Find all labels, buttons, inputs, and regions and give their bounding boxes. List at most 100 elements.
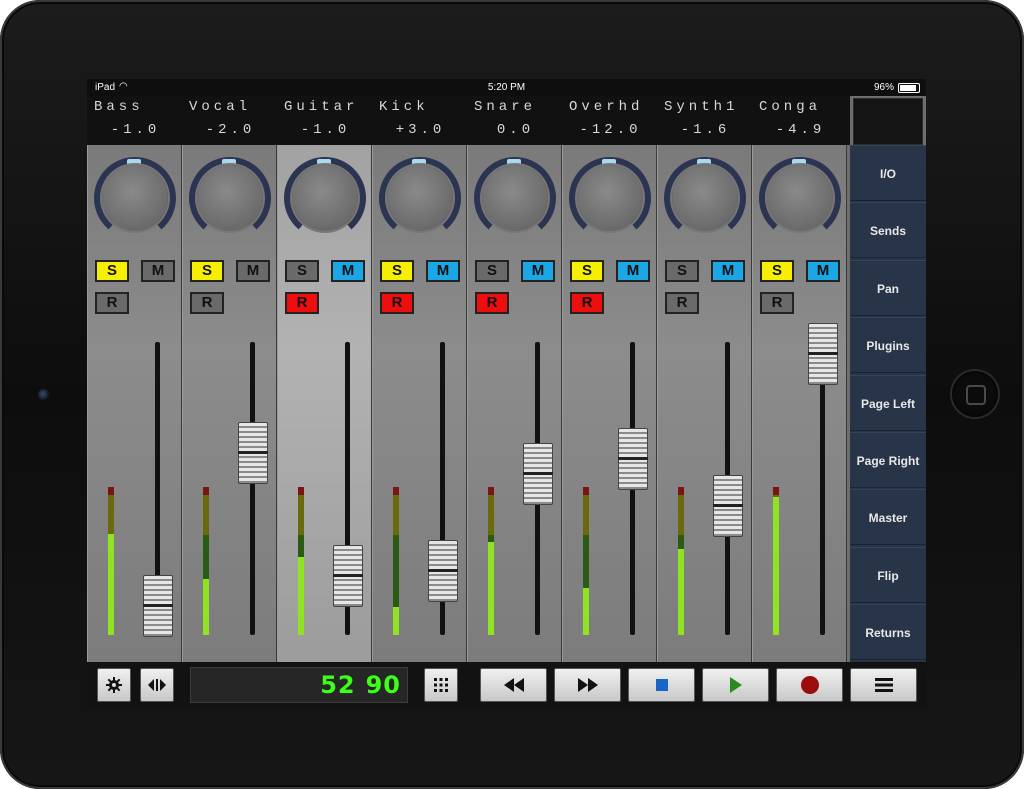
channel-name: Kick [379, 99, 429, 115]
record-arm-button[interactable]: R [380, 292, 414, 314]
arrows-left-right-icon [148, 679, 166, 691]
sidebar-item-flip[interactable]: Flip [850, 546, 926, 603]
mute-button[interactable]: M [236, 260, 270, 282]
fast-forward-button[interactable] [554, 668, 621, 702]
solo-button[interactable]: S [95, 260, 129, 282]
channel-value: +3.0 [395, 122, 446, 138]
meter-level [298, 557, 304, 635]
toggle-view-button[interactable] [140, 668, 174, 702]
sidebar-item-returns[interactable]: Returns [850, 604, 926, 661]
sidebar-item-sends[interactable]: Sends [850, 202, 926, 259]
solo-button[interactable]: S [570, 260, 604, 282]
channel-value: -4.9 [775, 122, 826, 138]
home-button[interactable] [952, 371, 998, 417]
level-meter [773, 487, 779, 635]
volume-fader[interactable] [618, 428, 648, 490]
meter-level [488, 542, 494, 635]
solo-button[interactable]: S [665, 260, 699, 282]
record-button[interactable] [776, 668, 843, 702]
pan-knob[interactable] [197, 165, 263, 231]
level-meter [298, 487, 304, 635]
battery-icon [898, 83, 920, 93]
sidebar-item-page-right[interactable]: Page Right [850, 432, 926, 488]
volume-fader[interactable] [523, 443, 553, 505]
menu-button[interactable] [850, 668, 917, 702]
pan-knob[interactable] [767, 165, 833, 231]
volume-fader[interactable] [428, 540, 458, 602]
channel-name: Guitar [284, 99, 359, 115]
solo-button[interactable]: S [190, 260, 224, 282]
channel-value: -1.6 [680, 122, 731, 138]
mute-button[interactable]: M [141, 260, 175, 282]
level-meter [108, 487, 114, 635]
fader-track [820, 342, 825, 635]
mute-button[interactable]: M [806, 260, 840, 282]
channel-strip: SMR [372, 145, 467, 662]
mute-button[interactable]: M [426, 260, 460, 282]
sidebar-item-pan[interactable]: Pan [850, 259, 926, 316]
mute-button[interactable]: M [711, 260, 745, 282]
channel-name: Conga [759, 99, 822, 115]
front-camera [38, 389, 50, 401]
mixer-screen: iPad ◠ 5:20 PM 96% Bass -1.0 Vocal -2.0 Guit… [87, 79, 926, 709]
record-arm-button[interactable]: R [760, 292, 794, 314]
level-meter [488, 487, 494, 635]
pan-knob[interactable] [102, 165, 168, 231]
solo-button[interactable]: S [475, 260, 509, 282]
mute-button[interactable]: M [331, 260, 365, 282]
record-arm-button[interactable]: R [570, 292, 604, 314]
volume-fader[interactable] [713, 475, 743, 537]
record-arm-button[interactable]: R [665, 292, 699, 314]
channel-strips: SMRSMRSMRSMRSMRSMRSMRSMR [87, 145, 850, 662]
menu-icon [874, 678, 893, 692]
record-arm-button[interactable]: R [475, 292, 509, 314]
grid-button[interactable] [424, 668, 458, 702]
channel-name: Overhd [569, 99, 644, 115]
meter-level [678, 549, 684, 635]
channel-value: -12.0 [579, 122, 642, 138]
sidebar-item-plugins[interactable]: Plugins [850, 317, 926, 374]
volume-fader[interactable] [238, 422, 268, 484]
channel-strip: SMR [562, 145, 657, 662]
level-meter [678, 487, 684, 635]
mute-button[interactable]: M [616, 260, 650, 282]
header-display-box [853, 98, 923, 145]
pan-knob[interactable] [292, 165, 358, 231]
sidebar-item-i-o[interactable]: I/O [850, 145, 926, 201]
volume-fader[interactable] [333, 545, 363, 607]
pan-knob[interactable] [387, 165, 453, 231]
channel-value: -2.0 [205, 122, 256, 138]
solo-button[interactable]: S [760, 260, 794, 282]
channel-strip: SMR [277, 145, 372, 662]
record-arm-button[interactable]: R [285, 292, 319, 314]
pan-knob[interactable] [577, 165, 643, 231]
fast-forward-icon [577, 678, 598, 692]
stop-icon [655, 679, 668, 691]
channel-strip: SMR [752, 145, 847, 662]
pan-knob[interactable] [672, 165, 738, 231]
mute-button[interactable]: M [521, 260, 555, 282]
gear-icon [106, 677, 122, 693]
volume-fader[interactable] [143, 575, 173, 637]
fader-track [250, 342, 255, 635]
battery-percent: 96% [873, 82, 894, 93]
rewind-button[interactable] [480, 668, 547, 702]
channel-strip: SMR [467, 145, 562, 662]
channel-value: 0.0 [496, 122, 535, 138]
record-arm-button[interactable]: R [95, 292, 129, 314]
sidebar-item-master[interactable]: Master [850, 489, 926, 546]
channel-name: Snare [474, 99, 537, 115]
settings-button[interactable] [97, 668, 131, 702]
ipad-frame: iPad ◠ 5:20 PM 96% Bass -1.0 Vocal -2.0 Guit… [0, 0, 1024, 789]
sidebar-item-page-left[interactable]: Page Left [850, 374, 926, 431]
play-button[interactable] [702, 668, 769, 702]
volume-fader[interactable] [808, 323, 838, 385]
solo-button[interactable]: S [380, 260, 414, 282]
solo-button[interactable]: S [285, 260, 319, 282]
counter-a: 52 [320, 671, 356, 699]
record-arm-button[interactable]: R [190, 292, 224, 314]
stop-button[interactable] [628, 668, 695, 702]
pan-knob[interactable] [482, 165, 548, 231]
grid-icon [434, 678, 448, 692]
transport-toolbar: 52 90 [87, 662, 926, 709]
